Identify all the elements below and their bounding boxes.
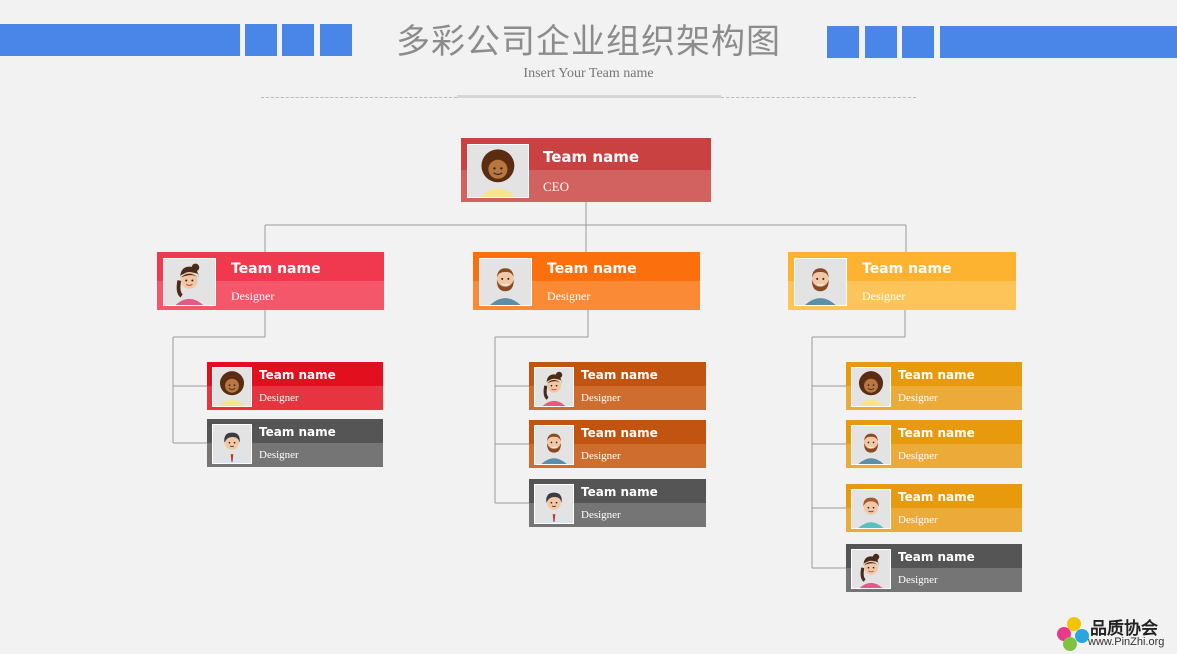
node-name: Team name [581, 368, 658, 382]
node-name: Team name [581, 485, 658, 499]
ponytail-woman-avatar-icon [851, 549, 891, 589]
node-name: Team name [259, 425, 336, 439]
curly-hair-woman-avatar-icon [467, 144, 529, 198]
node-name: Team name [898, 490, 975, 504]
node-role: Designer [259, 392, 299, 404]
bearded-man-avatar-icon [479, 258, 532, 306]
org-node[interactable]: Team name Designer [473, 252, 700, 310]
node-name: Team name [862, 261, 952, 277]
org-node[interactable]: Team name Designer [846, 362, 1022, 410]
org-node[interactable]: Team name Designer [207, 419, 383, 467]
curly-hair-woman-avatar-icon [212, 367, 252, 407]
node-role: Designer [898, 450, 938, 462]
short-hair-man-avatar-icon [534, 484, 574, 524]
ponytail-woman-avatar-icon [534, 367, 574, 407]
org-node[interactable]: Team name Designer [529, 479, 706, 527]
node-role: Designer [231, 289, 275, 303]
org-node[interactable]: Team name CEO [461, 138, 711, 202]
node-role: Designer [581, 509, 621, 521]
org-node[interactable]: Team name Designer [207, 362, 383, 410]
node-name: Team name [259, 368, 336, 382]
node-name: Team name [231, 261, 321, 277]
org-node[interactable]: Team name Designer [846, 420, 1022, 468]
watermark-url: www.PinZhi.org [1088, 636, 1165, 648]
node-name: Team name [581, 426, 658, 440]
node-name: Team name [543, 148, 639, 166]
node-role: Designer [581, 392, 621, 404]
bearded-man-avatar-icon [794, 258, 847, 306]
node-role: CEO [543, 179, 569, 194]
node-role: Designer [862, 289, 906, 303]
node-name: Team name [898, 426, 975, 440]
node-name: Team name [898, 550, 975, 564]
org-node[interactable]: Team name Designer [846, 484, 1022, 532]
node-role: Designer [898, 574, 938, 586]
short-hair-man-avatar-icon [212, 424, 252, 464]
node-role: Designer [898, 514, 938, 526]
org-node[interactable]: Team name Designer [846, 544, 1022, 592]
node-role: Designer [898, 392, 938, 404]
brown-hair-man-avatar-icon [851, 489, 891, 529]
node-role: Designer [581, 450, 621, 462]
bearded-man-avatar-icon [851, 425, 891, 465]
node-role: Designer [259, 449, 299, 461]
node-name: Team name [547, 261, 637, 277]
bearded-man-avatar-icon [534, 425, 574, 465]
org-node[interactable]: Team name Designer [788, 252, 1016, 310]
org-node[interactable]: Team name Designer [157, 252, 384, 310]
node-name: Team name [898, 368, 975, 382]
curly-hair-woman-avatar-icon [851, 367, 891, 407]
node-role: Designer [547, 289, 591, 303]
ponytail-woman-avatar-icon [163, 258, 216, 306]
org-node[interactable]: Team name Designer [529, 362, 706, 410]
org-node[interactable]: Team name Designer [529, 420, 706, 468]
